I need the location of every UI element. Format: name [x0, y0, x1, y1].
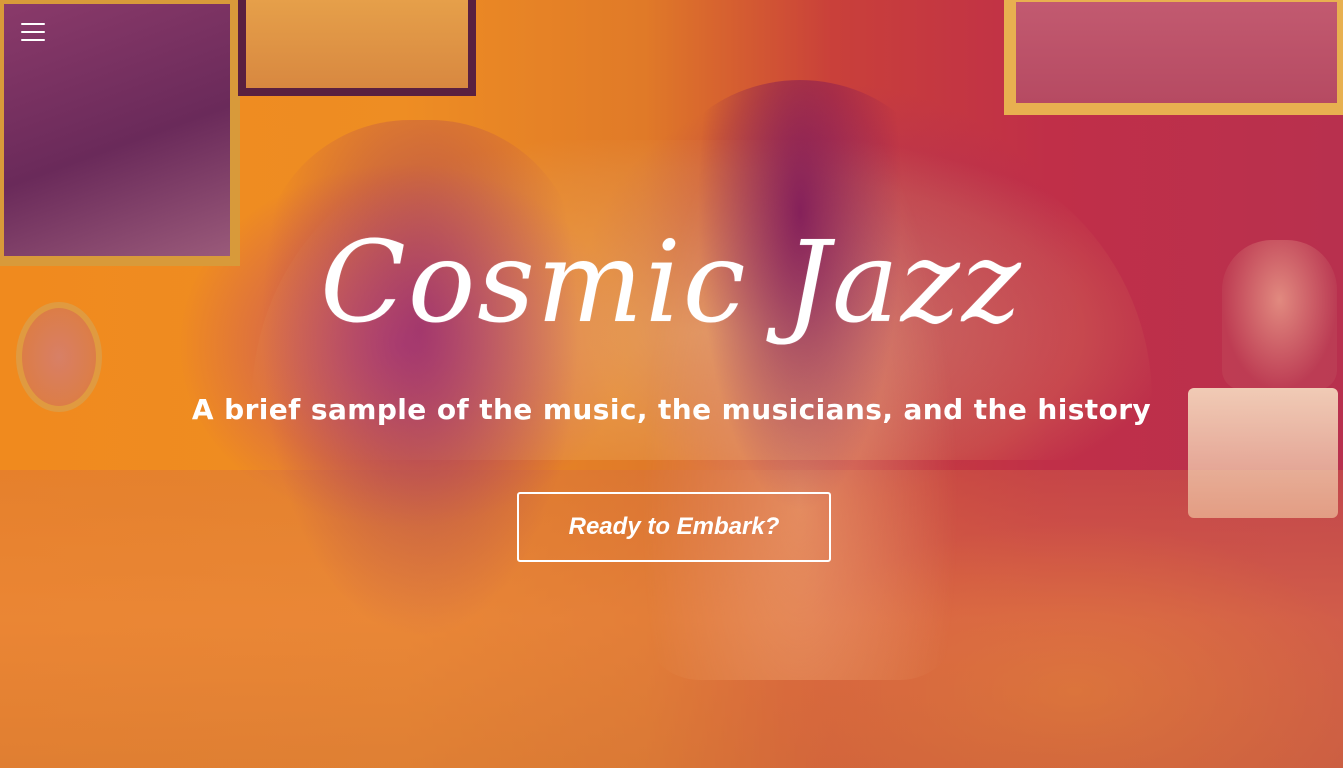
menu-bar-top — [21, 23, 45, 25]
hero-background-image — [0, 0, 1343, 768]
menu-bar-bottom — [21, 39, 45, 41]
hero-title: Cosmic Jazz — [320, 218, 1023, 348]
wall-painting-right — [1004, 0, 1343, 115]
wall-painting-top — [238, 0, 476, 96]
musician-figure-right — [640, 80, 960, 680]
embark-button[interactable]: Ready to Embark? — [517, 492, 831, 562]
hamburger-menu-icon[interactable] — [20, 20, 46, 46]
menu-bar-middle — [21, 31, 45, 33]
hero-subtitle: A brief sample of the music, the musicia… — [191, 393, 1152, 426]
